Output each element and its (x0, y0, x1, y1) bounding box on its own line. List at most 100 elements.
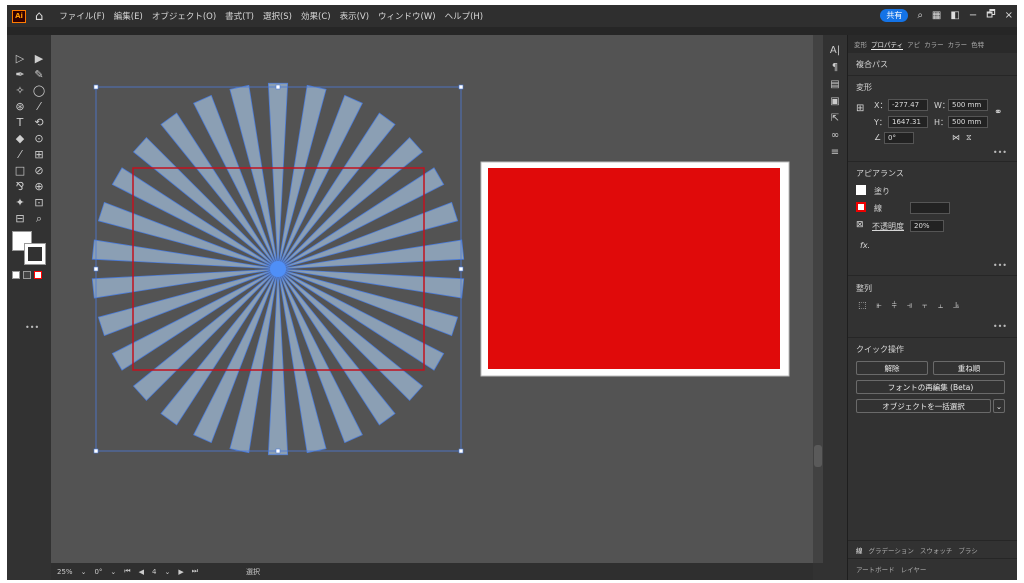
workspace-icon[interactable]: ▦ (932, 10, 941, 21)
align-top-icon[interactable]: ⫟ (922, 301, 927, 311)
align-to-icon[interactable]: ⬚ (858, 301, 867, 311)
y-field[interactable]: 1647.31 (888, 116, 928, 128)
color-mode-icons[interactable] (12, 271, 42, 279)
close-button[interactable]: × (1005, 10, 1013, 21)
page-dropdown-icon[interactable]: ⌄ (164, 568, 170, 576)
tab-layers[interactable]: レイヤー (901, 564, 927, 574)
select-same-button[interactable]: オブジェクトを一括選択 (856, 399, 991, 413)
layers-icon[interactable]: ▤ (830, 79, 839, 90)
home-icon[interactable]: ⌂ (35, 9, 43, 24)
fx-button[interactable]: fx. (860, 241, 870, 250)
tool-button[interactable]: ⊘ (31, 163, 47, 178)
menu-type[interactable]: 書式(T) (225, 10, 254, 22)
menu-select[interactable]: 選択(S) (263, 10, 292, 22)
tab-swatches[interactable]: スウォッチ (920, 545, 953, 555)
share-button[interactable]: 共有 (880, 9, 909, 22)
canvas-area[interactable] (51, 35, 813, 563)
tool-button[interactable]: ⊛ (12, 99, 28, 114)
fill-icon[interactable] (856, 185, 866, 195)
search-icon[interactable]: ⌕ (917, 10, 923, 21)
minimize-button[interactable]: − (969, 10, 977, 21)
tab-swatch[interactable]: 色特 (971, 39, 984, 49)
align-bottom-icon[interactable]: ⫡ (953, 301, 959, 311)
more-tools-icon[interactable]: ••• (25, 323, 39, 332)
stroke-icon[interactable] (856, 202, 866, 212)
menu-edit[interactable]: 編集(E) (114, 10, 143, 22)
tool-button[interactable]: ⌕ (31, 211, 47, 226)
zoom-field[interactable]: 25% (57, 568, 73, 576)
tool-button[interactable]: ⊙ (31, 131, 47, 146)
tab-stroke[interactable]: 線 (856, 545, 863, 555)
reedit-fonts-button[interactable]: フォントの再編集 (Beta) (856, 380, 1005, 394)
character-icon[interactable]: A| (830, 45, 840, 56)
stroke-weight-field[interactable] (910, 202, 950, 214)
rotation-field[interactable]: 0° (94, 568, 102, 576)
tab-transform[interactable]: 変形 (854, 39, 867, 49)
link-proportions-icon[interactable]: ⚭ (994, 107, 1002, 118)
tab-color-guide[interactable]: カラー (948, 39, 968, 49)
align-left-icon[interactable]: ⫦ (877, 301, 882, 311)
links-icon[interactable]: ∞ (831, 130, 839, 141)
align-right-icon[interactable]: ⫣ (907, 301, 912, 311)
tab-appearance[interactable]: アピ (907, 39, 920, 49)
tab-artboards[interactable]: アートボード (856, 564, 895, 574)
tool-button[interactable]: ▶ (31, 51, 47, 66)
menu-window[interactable]: ウィンドウ(W) (378, 10, 436, 22)
restore-button[interactable]: 🗗 (986, 7, 995, 24)
menu-file[interactable]: ファイル(F) (59, 10, 105, 22)
zoom-dropdown-icon[interactable]: ⌄ (81, 568, 87, 576)
arrange-order-button[interactable]: 重ね順 (933, 361, 1005, 375)
menu-help[interactable]: ヘルプ(H) (445, 10, 484, 22)
tool-button[interactable]: ✒ (12, 67, 28, 82)
tab-color[interactable]: カラー (924, 39, 944, 49)
align-hcenter-icon[interactable]: ⫩ (892, 301, 897, 311)
angle-field[interactable]: 0° (884, 132, 914, 144)
menu-effect[interactable]: 効果(C) (301, 10, 331, 22)
align-more-icon[interactable]: ••• (993, 322, 1007, 331)
x-field[interactable]: -277.47 (888, 99, 928, 111)
tool-button[interactable]: ◆ (12, 131, 28, 146)
w-field[interactable]: 500 mm (948, 99, 988, 111)
menu-object[interactable]: オブジェクト(O) (152, 10, 216, 22)
last-page-icon[interactable]: ⏭ (192, 567, 198, 576)
tool-button[interactable]: ▷ (12, 51, 28, 66)
first-page-icon[interactable]: ⏮ (124, 567, 130, 576)
align-icon[interactable]: ≡ (831, 147, 839, 158)
flip-vertical-icon[interactable]: ⧖ (966, 133, 972, 143)
tool-button[interactable]: ⟲ (31, 115, 47, 130)
transform-more-icon[interactable]: ••• (993, 148, 1007, 157)
export-icon[interactable]: ⇱ (831, 113, 839, 124)
appearance-more-icon[interactable]: ••• (993, 261, 1007, 270)
tool-button[interactable]: ⊡ (31, 195, 47, 210)
tool-button[interactable]: ⁄ (31, 99, 47, 114)
tool-button[interactable]: ◯ (31, 83, 47, 98)
opacity-label[interactable]: 不透明度 (872, 221, 904, 232)
flip-horizontal-icon[interactable]: ⋈ (952, 133, 960, 142)
paragraph-icon[interactable]: ¶ (832, 62, 838, 73)
tool-button[interactable]: ✧ (12, 83, 28, 98)
tool-button[interactable]: ⅋ (12, 179, 28, 194)
vertical-scrollbar[interactable] (813, 35, 823, 563)
prev-page-icon[interactable]: ◀ (139, 568, 144, 576)
tool-button[interactable]: ✦ (12, 195, 28, 210)
tool-button[interactable]: ⊞ (31, 147, 47, 162)
tool-button[interactable]: ⁄ (12, 147, 28, 162)
page-field[interactable]: 4 (152, 568, 156, 576)
align-vcenter-icon[interactable]: ⫠ (938, 301, 943, 311)
arrange-icon[interactable]: ◧ (950, 10, 959, 21)
menu-view[interactable]: 表示(V) (340, 10, 369, 22)
tab-properties[interactable]: プロパティ (871, 39, 904, 50)
rotation-dropdown-icon[interactable]: ⌄ (110, 568, 116, 576)
stroke-swatch[interactable] (24, 243, 46, 265)
libraries-icon[interactable]: ▣ (830, 96, 839, 107)
tool-button[interactable]: ⊕ (31, 179, 47, 194)
opacity-field[interactable]: 20% (910, 220, 944, 232)
select-same-dropdown[interactable]: ⌄ (993, 399, 1005, 413)
release-button[interactable]: 解除 (856, 361, 928, 375)
tool-button[interactable]: ⊟ (12, 211, 28, 226)
h-field[interactable]: 500 mm (948, 116, 988, 128)
reference-point-icon[interactable]: ⊞ (856, 103, 864, 114)
tool-button[interactable]: ✎ (31, 67, 47, 82)
next-page-icon[interactable]: ▶ (178, 568, 183, 576)
tab-gradient[interactable]: グラデーション (869, 545, 914, 555)
